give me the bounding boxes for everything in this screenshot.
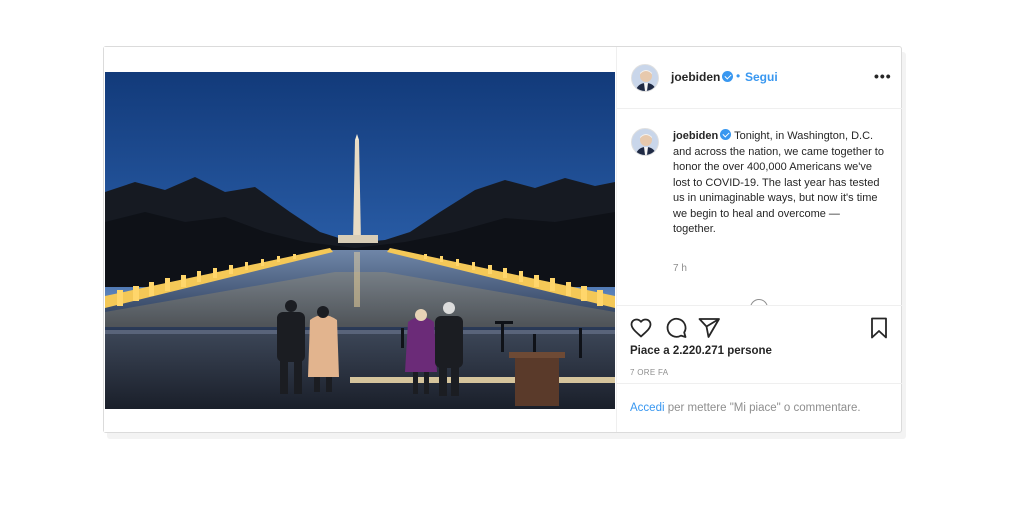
verified-badge-icon — [722, 71, 734, 82]
bookmark-icon[interactable] — [867, 316, 891, 340]
verified-badge-icon — [720, 129, 732, 140]
more-options-icon[interactable]: ••• — [874, 69, 892, 83]
post-header: joebiden • Segui ••• — [617, 47, 902, 109]
caption-body: Tonight, in Washington, D.C. and across … — [673, 130, 884, 235]
profile-photo-icon — [632, 129, 658, 155]
instagram-embed: joebiden • Segui ••• joebiden Tonight, i… — [103, 46, 902, 433]
paper-plane-icon[interactable] — [697, 316, 721, 340]
comment-icon[interactable] — [664, 316, 688, 340]
post-media — [104, 47, 616, 432]
avatar[interactable] — [631, 64, 659, 92]
lincoln-memorial-reflecting-pool-image — [105, 72, 615, 409]
caption-area: joebiden Tonight, in Washington, D.C. an… — [617, 109, 902, 305]
avatar[interactable] — [631, 128, 659, 156]
post-actions: Piace a 2.220.271 persone 7 ORE FA — [617, 305, 902, 383]
caption-username[interactable]: joebiden — [673, 130, 718, 142]
profile-photo-icon — [632, 65, 658, 91]
login-link[interactable]: Accedi — [630, 402, 665, 414]
likes-count[interactable]: Piace a 2.220.271 persone — [630, 345, 772, 357]
caption-text: joebiden Tonight, in Washington, D.C. an… — [673, 129, 885, 238]
follow-button[interactable]: Segui — [745, 70, 778, 84]
login-prompt: Accedi per mettere "Mi piace" o commenta… — [617, 383, 902, 432]
caption-timestamp: 7 h — [673, 263, 687, 274]
username-text[interactable]: joebiden — [671, 70, 720, 84]
separator-dot: • — [736, 69, 741, 83]
post-time-ago: 7 ORE FA — [630, 368, 669, 377]
post-photo[interactable] — [105, 72, 615, 409]
login-rest-text: per mettere "Mi piace" o commentare. — [664, 402, 861, 414]
post-sidebar: joebiden • Segui ••• joebiden Tonight, i… — [616, 47, 902, 432]
login-text: Accedi per mettere "Mi piace" o commenta… — [630, 402, 861, 414]
heart-icon[interactable] — [629, 316, 653, 340]
username-link[interactable]: joebiden — [671, 70, 734, 84]
